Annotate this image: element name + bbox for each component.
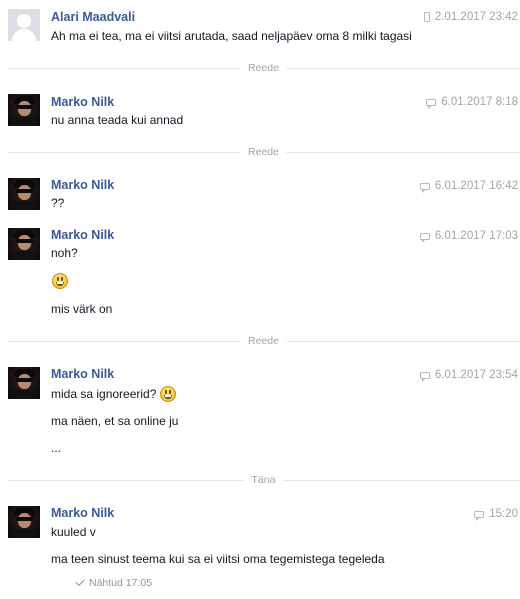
date-divider: Täna — [8, 474, 519, 486]
smiley-emoji-icon — [52, 273, 68, 289]
timestamp-text: 6.01.2017 23:54 — [434, 369, 518, 381]
timestamp-text: 2.01.2017 23:42 — [434, 11, 518, 23]
date-divider: Reede — [8, 62, 519, 74]
message-text: ?? — [51, 196, 65, 210]
timestamp-text: 15:20 — [489, 508, 518, 520]
message-text: ma teen sinust teema kui sa ei viitsi om… — [51, 552, 385, 566]
message-text: Ah ma ei tea, ma ei viitsi arutada, saad… — [51, 29, 412, 43]
date-divider: Reede — [8, 146, 519, 158]
seen-status-text: Nähtud 17:05 — [89, 577, 153, 589]
sender-name[interactable]: Marko Nilk — [51, 95, 114, 109]
sender-name[interactable]: Marko Nilk — [51, 367, 114, 381]
avatar[interactable] — [8, 367, 40, 399]
timestamp-text: 6.01.2017 8:18 — [441, 96, 518, 108]
message-timestamp: 2.01.2017 23:42 — [423, 11, 518, 23]
message-text: ma näen, et sa online ju — [51, 414, 179, 428]
chat-bubble-icon — [419, 371, 430, 382]
chat-bubble-icon — [474, 510, 485, 521]
message-text: kuuled v — [51, 525, 96, 539]
avatar[interactable] — [8, 178, 40, 210]
seen-status: Nähtud 17:05 — [75, 576, 153, 589]
message-timestamp: 6.01.2017 16:42 — [419, 180, 518, 193]
avatar[interactable] — [8, 506, 40, 538]
message-timestamp: 6.01.2017 23:54 — [419, 369, 518, 382]
smiley-emoji-icon — [160, 386, 177, 402]
avatar[interactable] — [8, 94, 40, 126]
sender-name[interactable]: Alari Maadvali — [51, 10, 135, 24]
message-text: noh? — [51, 246, 78, 260]
message-text-content: mida sa ignoreerid? — [51, 387, 157, 401]
chat-bubble-icon — [419, 182, 430, 193]
message-text: mis värk on — [51, 302, 113, 316]
divider-label: Reede — [240, 62, 287, 74]
divider-label: Täna — [243, 474, 284, 486]
message-timestamp: 15:20 — [474, 508, 518, 521]
sender-name[interactable]: Marko Nilk — [51, 506, 114, 520]
sender-name[interactable]: Marko Nilk — [51, 178, 114, 192]
message-text: nu anna teada kui annad — [51, 113, 184, 127]
avatar[interactable] — [8, 9, 40, 41]
message-timestamp: 6.01.2017 17:03 — [419, 230, 518, 243]
message-timestamp: 6.01.2017 8:18 — [426, 96, 518, 109]
divider-label: Reede — [240, 335, 287, 347]
timestamp-text: 6.01.2017 16:42 — [434, 180, 518, 192]
mobile-phone-icon — [423, 12, 430, 22]
timestamp-text: 6.01.2017 17:03 — [434, 230, 518, 242]
date-divider: Reede — [8, 335, 519, 347]
divider-label: Reede — [240, 146, 287, 158]
chat-bubble-icon — [419, 232, 430, 243]
message-text: ... — [51, 441, 62, 455]
chat-bubble-icon — [426, 98, 437, 109]
checkmark-icon — [75, 576, 85, 587]
avatar[interactable] — [8, 228, 40, 260]
sender-name[interactable]: Marko Nilk — [51, 228, 114, 242]
message-text: mida sa ignoreerid? — [51, 386, 177, 402]
